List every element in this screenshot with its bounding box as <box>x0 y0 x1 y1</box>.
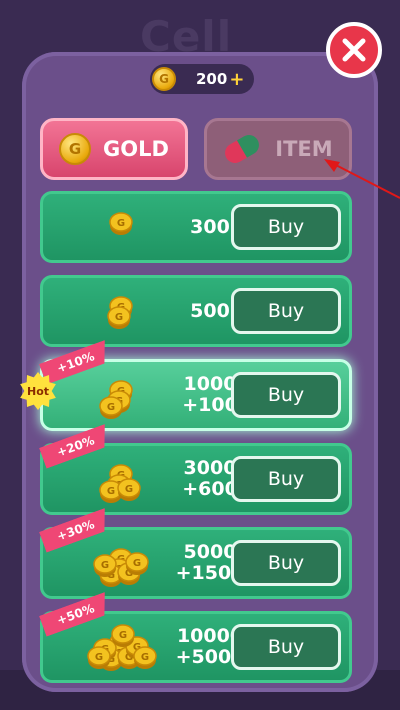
package-row: +50%GGGGGGGGG10000+5000Buy <box>40 611 352 683</box>
svg-text:G: G <box>133 558 141 569</box>
close-icon <box>342 38 366 62</box>
buy-button[interactable]: Buy <box>231 624 341 670</box>
balance-value: 200 <box>196 70 228 88</box>
amount-value: 500 <box>190 299 230 322</box>
svg-text:G: G <box>115 312 123 323</box>
svg-text:G: G <box>107 402 115 413</box>
svg-text:G: G <box>119 630 127 641</box>
gold-balance: G 200 + <box>150 64 254 94</box>
amount-value: 300 <box>190 215 230 238</box>
svg-text:G: G <box>141 652 149 663</box>
tab-gold-label: GOLD <box>103 137 169 161</box>
package-row: +20%GGGG3000+600Buy <box>40 443 352 515</box>
tab-gold[interactable]: G GOLD <box>40 118 188 180</box>
buy-button[interactable]: Buy <box>231 540 341 586</box>
amount-value: 3000 <box>183 457 237 479</box>
buy-button[interactable]: Buy <box>231 456 341 502</box>
svg-text:G: G <box>125 484 133 495</box>
svg-text:G: G <box>95 652 103 663</box>
gold-coin-icon: G <box>59 133 92 165</box>
svg-text:G: G <box>117 218 125 229</box>
amount-bonus: +100 <box>182 394 238 416</box>
svg-text:G: G <box>101 560 109 571</box>
amount-bonus: +600 <box>182 478 238 500</box>
svg-text:G: G <box>107 486 115 497</box>
package-row: G 300 Buy <box>40 191 352 263</box>
buy-button[interactable]: Buy <box>231 204 341 250</box>
close-button[interactable] <box>326 22 382 78</box>
add-gold-button[interactable]: + <box>229 69 244 90</box>
capsule-icon <box>225 134 260 163</box>
gold-coin-icon: G <box>152 67 176 91</box>
buy-button[interactable]: Buy <box>231 288 341 334</box>
package-row: +30%GGGGGG5000+1500Buy <box>40 527 352 599</box>
package-row: GG500Buy <box>40 275 352 347</box>
amount-value: 1000 <box>183 373 237 395</box>
amount-value: 5000 <box>183 541 237 563</box>
buy-button[interactable]: Buy <box>231 372 341 418</box>
package-row: +10%HotGGG1000+100Buy <box>20 359 352 431</box>
